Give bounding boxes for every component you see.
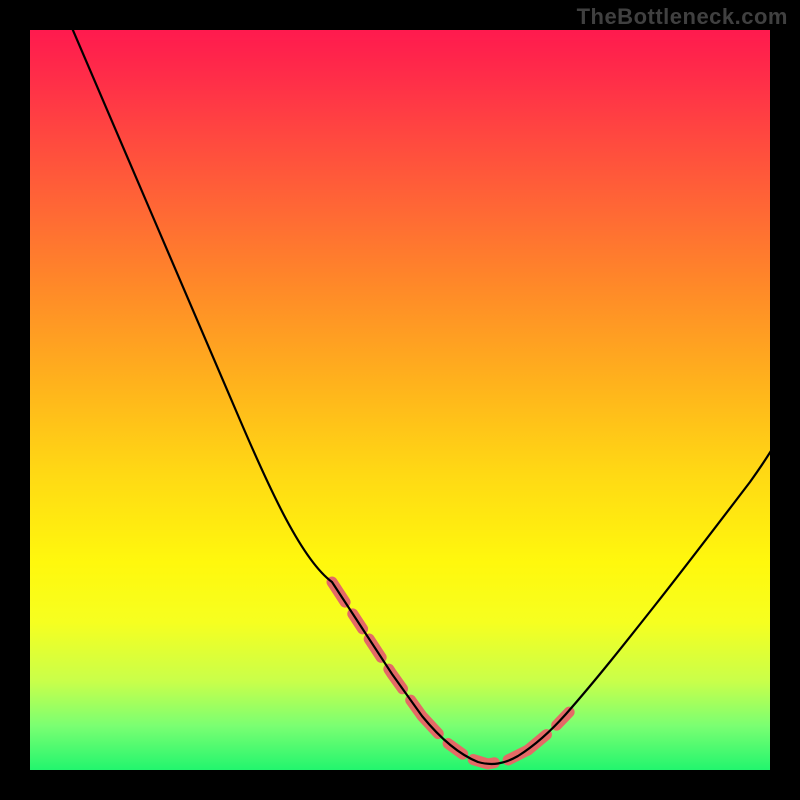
chart-frame: TheBottleneck.com xyxy=(0,0,800,800)
highlight-valley-floor xyxy=(422,716,528,764)
watermark-text: TheBottleneck.com xyxy=(577,4,788,30)
plot-area xyxy=(30,30,770,770)
curve-svg xyxy=(30,30,770,770)
bottleneck-curve-line xyxy=(60,30,770,764)
